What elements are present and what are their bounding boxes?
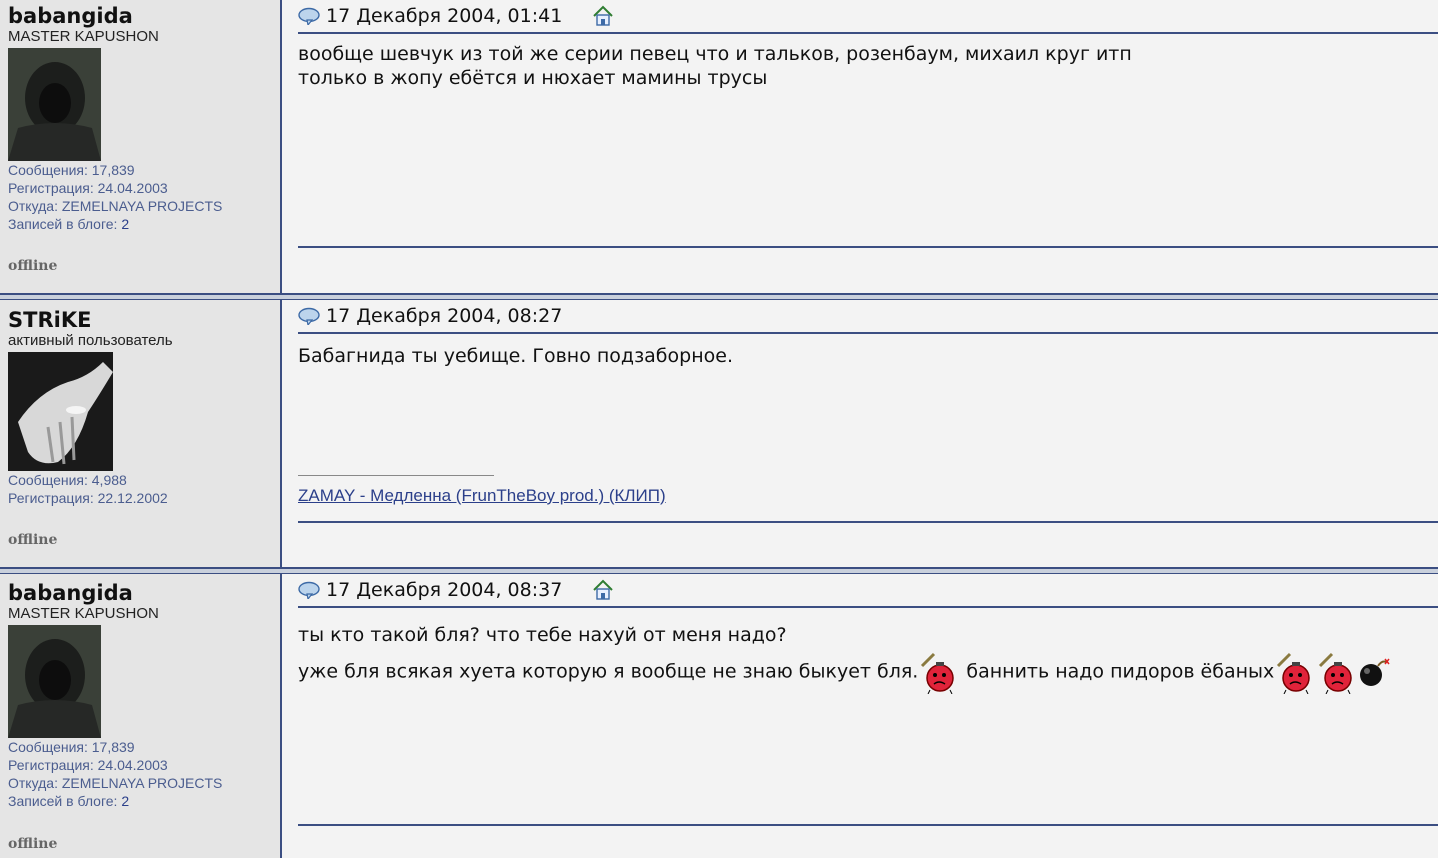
home-icon[interactable] — [592, 5, 614, 27]
post-2: STRiKE активный пользователь Сообщения: … — [0, 300, 1438, 567]
stat-registration: Регистрация: 24.04.2003 — [8, 180, 168, 196]
angry-bomb-smiley-icon — [1319, 652, 1353, 694]
signature-divider — [298, 475, 494, 476]
post-content: 17 Декабря 2004, 08:37 ты кто такой бля?… — [282, 574, 1438, 858]
post-line: вообще шевчук из той же серии певец что … — [298, 43, 1132, 65]
post-header: 17 Декабря 2004, 08:27 — [298, 300, 1438, 334]
stat-blog: Записей в блоге: 2 — [8, 793, 130, 809]
speech-bubble-icon — [298, 581, 320, 599]
avatar[interactable] — [8, 48, 101, 161]
stat-posts: Сообщения: 17,839 — [8, 162, 135, 178]
post-date: 17 Декабря 2004, 08:37 — [326, 579, 563, 601]
stat-registration: Регистрация: 22.12.2002 — [8, 490, 168, 506]
avatar[interactable] — [8, 352, 113, 471]
post-body: ты кто такой бля? что тебе нахуй от меня… — [298, 620, 1390, 694]
post-1: babangida MASTER KAPUSHON Сообщения: 17,… — [0, 0, 1438, 293]
user-info-panel: babangida MASTER KAPUSHON Сообщения: 17,… — [0, 574, 282, 858]
bomb-icon — [1360, 658, 1390, 686]
post-body: вообще шевчук из той же серии певец что … — [298, 42, 1132, 90]
post-line-with-smileys: уже бля всякая хуета которую я вообще не… — [298, 650, 1390, 694]
post-date: 17 Декабря 2004, 01:41 — [326, 5, 563, 27]
post-separator — [0, 567, 1438, 574]
post-header: 17 Декабря 2004, 01:41 — [298, 0, 1438, 34]
status-badge: offline — [8, 836, 58, 852]
stat-posts: Сообщения: 17,839 — [8, 739, 135, 755]
angry-bomb-smiley-icon — [921, 652, 955, 694]
user-title: MASTER KAPUSHON — [8, 605, 159, 622]
post-footer-line — [298, 521, 1438, 523]
username[interactable]: STRiKE — [8, 308, 280, 332]
user-info-panel: babangida MASTER KAPUSHON Сообщения: 17,… — [0, 0, 282, 293]
stat-posts: Сообщения: 4,988 — [8, 472, 127, 488]
speech-bubble-icon — [298, 307, 320, 325]
angry-bomb-smiley-icon — [1277, 652, 1311, 694]
stat-blog: Записей в блоге: 2 — [8, 216, 130, 232]
post-line: Бабагнида ты уебище. Говно подзаборное. — [298, 345, 733, 367]
post-footer-line — [298, 824, 1438, 826]
stat-registration: Регистрация: 24.04.2003 — [8, 757, 168, 773]
stat-location: Откуда: ZEMELNAYA PROJECTS — [8, 198, 223, 214]
blog-count-link[interactable]: 2 — [121, 216, 129, 232]
post-content: 17 Декабря 2004, 08:27 Бабагнида ты уеби… — [282, 300, 1438, 567]
post-header: 17 Декабря 2004, 08:37 — [298, 574, 1438, 608]
user-info-panel: STRiKE активный пользователь Сообщения: … — [0, 300, 282, 567]
avatar[interactable] — [8, 625, 101, 738]
status-badge: offline — [8, 532, 58, 548]
user-title: активный пользователь — [8, 332, 173, 349]
status-badge: offline — [8, 258, 58, 274]
username[interactable]: babangida — [8, 4, 280, 28]
post-separator — [0, 293, 1438, 300]
speech-bubble-icon — [298, 7, 320, 25]
username[interactable]: babangida — [8, 581, 280, 605]
post-date: 17 Декабря 2004, 08:27 — [326, 305, 563, 327]
post-line: только в жопу ебётся и нюхает мамины тру… — [298, 67, 768, 89]
stat-location: Откуда: ZEMELNAYA PROJECTS — [8, 775, 223, 791]
post-content: 17 Декабря 2004, 01:41 вообще шевчук из … — [282, 0, 1438, 293]
blog-count-link[interactable]: 2 — [121, 793, 129, 809]
post-3: babangida MASTER KAPUSHON Сообщения: 17,… — [0, 574, 1438, 858]
home-icon[interactable] — [592, 579, 614, 601]
post-line: ты кто такой бля? что тебе нахуй от меня… — [298, 624, 787, 646]
post-footer-line — [298, 246, 1438, 248]
post-body: Бабагнида ты уебище. Говно подзаборное. — [298, 344, 733, 368]
user-title: MASTER KAPUSHON — [8, 28, 159, 45]
signature-link[interactable]: ZAMAY - Медленна (FrunTheBoy prod.) (КЛИ… — [298, 486, 666, 506]
